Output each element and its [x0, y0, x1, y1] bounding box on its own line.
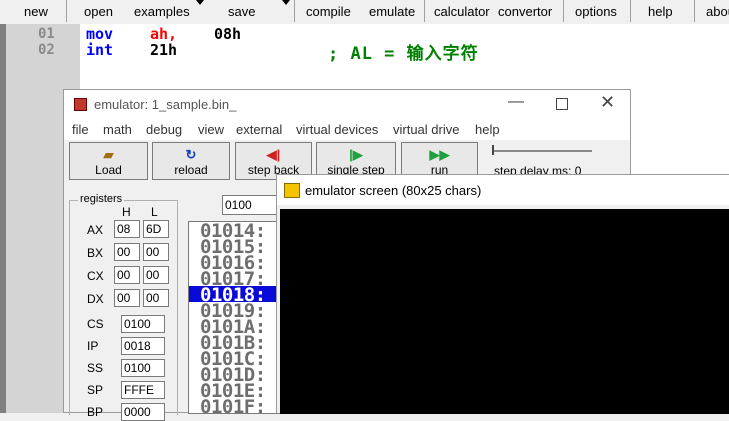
maximize-icon[interactable] — [556, 98, 568, 110]
editor-toolbar: new open examples save compile emulate c… — [0, 0, 729, 24]
ax-low-field[interactable]: 6D — [143, 220, 169, 238]
reload-button[interactable]: ↻ reload — [152, 142, 230, 180]
open-button[interactable]: open — [84, 4, 113, 19]
new-button[interactable]: new — [24, 4, 48, 19]
reload-icon: ↻ — [185, 147, 197, 162]
code-number: 08h — [214, 25, 242, 43]
chip-icon — [74, 98, 87, 111]
convertor-button[interactable]: convertor — [498, 4, 552, 19]
registers-group-label: registers — [78, 193, 125, 205]
emulate-button[interactable]: emulate — [369, 4, 415, 19]
cs-label: CS — [87, 317, 104, 331]
ss-field[interactable]: 0100 — [121, 359, 165, 377]
ss-label: SS — [87, 361, 104, 375]
cx-low-field[interactable]: 00 — [143, 266, 169, 284]
close-icon[interactable]: ✕ — [600, 92, 615, 113]
toolbar-separator — [694, 0, 695, 22]
h-header: H — [122, 205, 131, 219]
slider-thumb[interactable] — [492, 145, 494, 155]
screen-display[interactable] — [280, 209, 729, 414]
menu-virtual-devices[interactable]: virtual devices — [296, 122, 378, 137]
bx-label: BX — [87, 246, 104, 260]
menu-math[interactable]: math — [103, 122, 132, 137]
save-button[interactable]: save — [228, 4, 255, 19]
emulator-screen-window: emulator screen (80x25 chars) — [276, 174, 729, 414]
screen-app-icon — [284, 183, 300, 198]
menu-virtual-drive[interactable]: virtual drive — [393, 122, 459, 137]
examples-dropdown-icon[interactable] — [196, 0, 204, 5]
ip-label: IP — [87, 339, 99, 353]
emulator-menu-bar: file math debug view external virtual de… — [64, 120, 630, 140]
screen-title: emulator screen (80x25 chars) — [305, 183, 482, 198]
memory-address[interactable]: 0101F: — [200, 396, 266, 413]
emulator-title-bar: emulator: 1_sample.bin_ — ✕ — [64, 90, 630, 120]
dx-low-field[interactable]: 00 — [143, 289, 169, 307]
toolbar-separator — [630, 0, 631, 22]
step-back-icon: ◀| — [266, 147, 281, 162]
address-field[interactable]: 0100 — [222, 195, 278, 215]
memory-list[interactable]: 01014: 01015: 01016: 01017: 01018: 01019… — [188, 221, 284, 414]
cs-field[interactable]: 0100 — [121, 315, 165, 333]
ax-high-field[interactable]: 08 — [114, 220, 140, 238]
cx-label: CX — [87, 269, 104, 283]
options-button[interactable]: options — [575, 4, 617, 19]
save-dropdown-icon[interactable] — [282, 0, 290, 5]
about-button[interactable]: about — [706, 4, 729, 19]
folder-icon: ▰ — [103, 147, 114, 162]
ax-label: AX — [87, 223, 104, 237]
emulator-title: emulator: 1_sample.bin_ — [94, 97, 237, 112]
bp-label: BP — [87, 405, 104, 419]
help-button[interactable]: help — [648, 4, 673, 19]
dx-high-field[interactable]: 00 — [114, 289, 140, 307]
gutter-edge — [0, 24, 6, 413]
examples-button[interactable]: examples — [134, 4, 190, 19]
menu-file[interactable]: file — [72, 122, 89, 137]
cx-high-field[interactable]: 00 — [114, 266, 140, 284]
compile-button[interactable]: compile — [306, 4, 351, 19]
step-delay-slider[interactable] — [492, 150, 592, 152]
line-number: 02 — [38, 42, 55, 58]
bx-high-field[interactable]: 00 — [114, 243, 140, 261]
toolbar-separator — [563, 0, 564, 22]
menu-external[interactable]: external — [236, 122, 282, 137]
minimize-icon[interactable]: — — [508, 93, 524, 111]
calculator-button[interactable]: calculator — [434, 4, 490, 19]
dx-label: DX — [87, 292, 104, 306]
code-number: 21h — [150, 41, 178, 59]
run-icon: ▶▶ — [429, 147, 450, 162]
bx-low-field[interactable]: 00 — [143, 243, 169, 261]
menu-view[interactable]: view — [198, 122, 224, 137]
bp-field[interactable]: 0000 — [121, 403, 165, 421]
sp-label: SP — [87, 383, 104, 397]
toolbar-separator — [424, 0, 425, 22]
menu-debug[interactable]: debug — [146, 122, 182, 137]
menu-help[interactable]: help — [475, 122, 500, 137]
screen-title-bar: emulator screen (80x25 chars) — [277, 175, 729, 205]
toolbar-separator — [294, 0, 295, 22]
toolbar-separator — [66, 0, 67, 22]
single-step-icon: |▶ — [349, 147, 363, 162]
code-comment: ; AL = 输入字符 — [328, 44, 479, 64]
l-header: L — [151, 205, 158, 219]
ip-field[interactable]: 0018 — [121, 337, 165, 355]
sp-field[interactable]: FFFE — [121, 381, 165, 399]
line-number: 01 — [38, 26, 55, 42]
code-mnemonic: int — [86, 41, 114, 59]
load-button[interactable]: ▰ Load — [69, 142, 148, 180]
